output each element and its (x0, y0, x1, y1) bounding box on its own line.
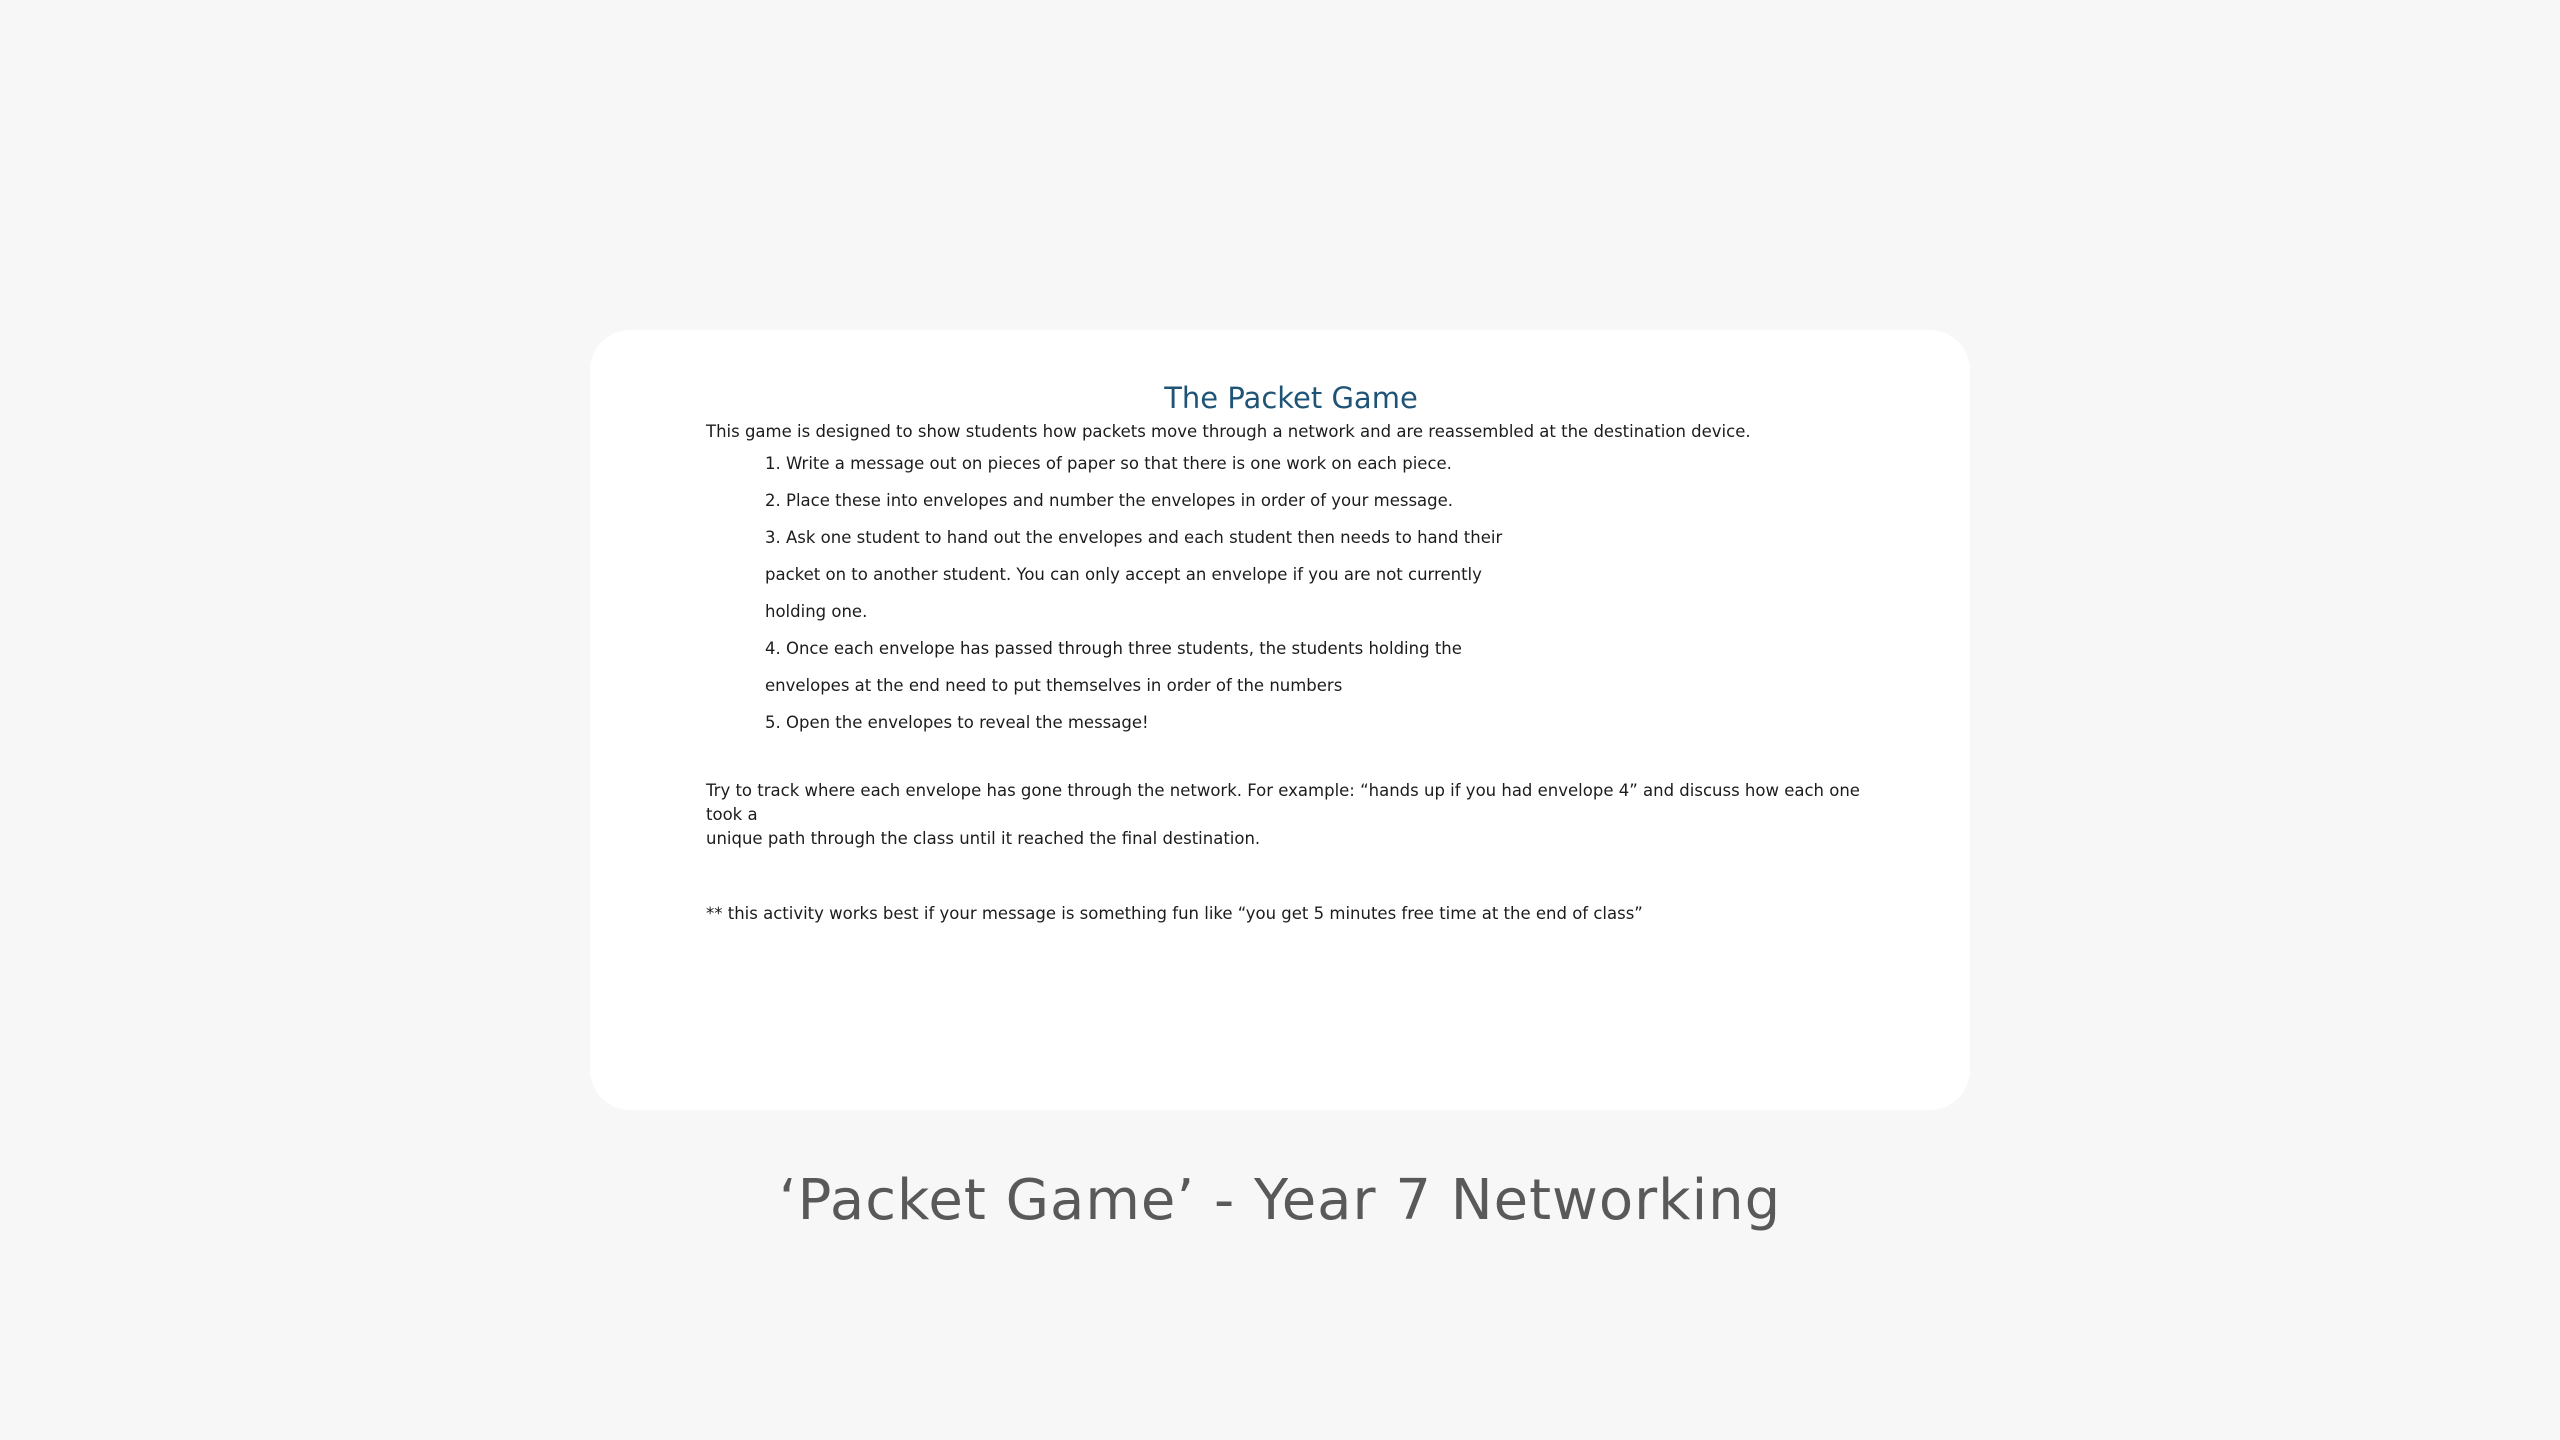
step-line: 1. Write a message out on pieces of pape… (765, 454, 1452, 473)
tracking-line: unique path through the class until it r… (706, 829, 1261, 848)
step-line: 4. Once each envelope has passed through… (765, 639, 1462, 658)
step-line: holding one. (765, 602, 868, 621)
document-preview-card: The Packet Game This game is designed to… (590, 330, 1970, 1110)
step-line: 2. Place these into envelopes and number… (765, 491, 1454, 510)
document-body: The Packet Game This game is designed to… (706, 380, 1876, 926)
step-line: 3. Ask one student to hand out the envel… (765, 528, 1503, 547)
tracking-line: Try to track where each envelope has gon… (706, 781, 1860, 824)
document-intro: This game is designed to show students h… (706, 422, 1751, 441)
instruction-steps: 1. Write a message out on pieces of pape… (765, 445, 1876, 741)
step-line: packet on to another student. You can on… (765, 565, 1482, 584)
tracking-paragraph: Try to track where each envelope has gon… (706, 779, 1876, 851)
slide-caption: ‘Packet Game’ - Year 7 Networking (778, 1168, 1782, 1233)
step-line: envelopes at the end need to put themsel… (765, 676, 1343, 695)
step-line: 5. Open the envelopes to reveal the mess… (765, 713, 1149, 732)
activity-note: ** this activity works best if your mess… (706, 904, 1643, 923)
document-title: The Packet Game (1164, 381, 1418, 415)
